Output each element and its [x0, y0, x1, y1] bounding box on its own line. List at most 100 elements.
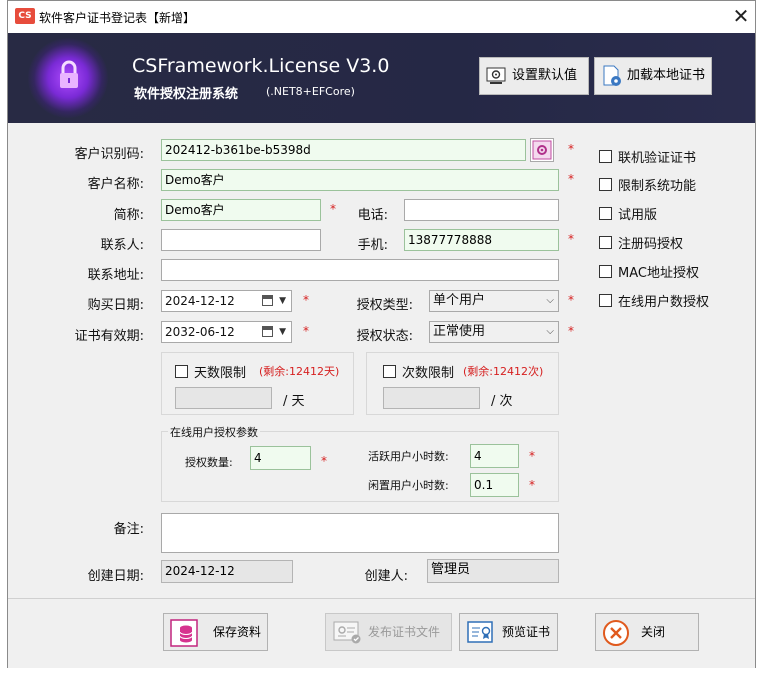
- checkbox-box: [599, 265, 612, 278]
- set-default-button[interactable]: 设置默认值: [479, 57, 589, 95]
- publish-cert-label: 发布证书文件: [368, 625, 441, 639]
- remark-textarea[interactable]: [161, 513, 559, 553]
- days-limit-group: 天数限制 (剩余:12412天) / 天: [161, 352, 354, 415]
- checkbox-box: [599, 236, 612, 249]
- required-mark: *: [568, 172, 574, 186]
- online-verify-checkbox[interactable]: 联机验证证书: [599, 147, 696, 166]
- mobile-input[interactable]: 13877778888: [404, 229, 559, 251]
- reg-code-label: 注册码授权: [618, 237, 684, 252]
- customer-name-input[interactable]: Demo客户: [161, 169, 559, 191]
- preview-certificate-icon: [467, 621, 493, 643]
- close-window-icon[interactable]: ✕: [728, 3, 754, 29]
- address-input[interactable]: [161, 259, 559, 281]
- days-unit: / 天: [283, 394, 305, 409]
- online-verify-label: 联机验证证书: [618, 151, 697, 166]
- customer-id-label: 客户识别码:: [74, 147, 144, 162]
- license-count-input[interactable]: 4: [250, 446, 311, 470]
- save-database-icon: [170, 619, 198, 647]
- required-mark: *: [568, 324, 574, 338]
- expire-date-picker[interactable]: 2032-06-12 ▼: [161, 321, 292, 343]
- created-date-label: 创建日期:: [87, 569, 144, 584]
- times-limit-label: 次数限制: [402, 366, 455, 381]
- license-status-label: 授权状态:: [356, 329, 413, 344]
- required-mark: *: [529, 478, 535, 492]
- online-user-group: 在线用户授权参数 授权数量: 4 * 活跃用户小时数: 4 * 闲置用户小时数:…: [161, 424, 559, 502]
- reg-code-checkbox[interactable]: 注册码授权: [599, 233, 683, 252]
- license-type-select[interactable]: 单个用户 ⌵: [429, 290, 559, 312]
- app-icon: CS: [15, 8, 35, 24]
- checkbox-box: [599, 294, 612, 307]
- active-hours-label: 活跃用户小时数:: [368, 450, 449, 463]
- trial-label: 试用版: [618, 208, 658, 223]
- short-name-label: 简称:: [113, 208, 144, 223]
- customer-id-input[interactable]: 202412-b361be-b5398d: [161, 139, 526, 161]
- license-type-value: 单个用户: [433, 293, 486, 308]
- checkbox-box: [599, 150, 612, 163]
- calendar-icon: [262, 326, 273, 337]
- close-circle-icon: [603, 620, 629, 646]
- certificate-icon: [333, 621, 361, 644]
- phone-input[interactable]: [404, 199, 559, 221]
- creator-label: 创建人:: [364, 569, 408, 584]
- mobile-label: 手机:: [357, 238, 388, 253]
- purchase-date-picker[interactable]: 2024-12-12 ▼: [161, 290, 292, 312]
- header-banner: CSFramework.License V3.0 软件授权注册系统 (.NET8…: [8, 33, 755, 123]
- limit-features-checkbox[interactable]: 限制系统功能: [599, 175, 696, 194]
- required-mark: *: [303, 293, 309, 307]
- times-limit-checkbox[interactable]: 次数限制: [383, 362, 454, 381]
- settings-doc-icon: [486, 67, 506, 84]
- times-limit-input[interactable]: [383, 387, 480, 409]
- chevron-down-icon: ⌵: [546, 295, 554, 306]
- license-type-label: 授权类型:: [356, 298, 413, 313]
- short-name-input[interactable]: Demo客户: [161, 199, 321, 221]
- banner-title: CSFramework.License V3.0: [132, 55, 390, 77]
- times-limit-group: 次数限制 (剩余:12412次) / 次: [366, 352, 559, 415]
- gear-icon: [532, 140, 552, 160]
- address-label: 联系地址:: [87, 268, 144, 283]
- banner-tech: (.NET8+EFCore): [266, 85, 355, 98]
- generate-id-button[interactable]: [530, 138, 554, 162]
- mac-checkbox[interactable]: MAC地址授权: [599, 262, 699, 281]
- required-mark: *: [568, 293, 574, 307]
- online-group-title: 在线用户授权参数: [168, 424, 260, 440]
- times-unit: / 次: [491, 394, 513, 409]
- days-remaining: (剩余:12412天): [259, 365, 340, 378]
- close-label: 关闭: [641, 625, 666, 639]
- publish-cert-button[interactable]: 发布证书文件: [325, 613, 452, 651]
- title-bar: CS 软件客户证书登记表【新增】 ✕: [8, 1, 755, 33]
- dropdown-arrow-icon: ▼: [279, 327, 286, 337]
- active-hours-input[interactable]: 4: [470, 444, 519, 468]
- save-button[interactable]: 保存资料: [163, 613, 268, 651]
- checkbox-box: [599, 207, 612, 220]
- required-mark: *: [568, 142, 574, 156]
- expire-date-value: 2032-06-12: [165, 325, 235, 339]
- limit-features-label: 限制系统功能: [618, 179, 697, 194]
- required-mark: *: [321, 454, 327, 468]
- trial-checkbox[interactable]: 试用版: [599, 204, 657, 223]
- days-limit-input[interactable]: [175, 387, 272, 409]
- times-remaining: (剩余:12412次): [463, 365, 544, 378]
- customer-name-label: 客户名称:: [87, 177, 144, 192]
- load-local-cert-button[interactable]: 加载本地证书: [594, 57, 712, 95]
- idle-hours-input[interactable]: 0.1: [470, 473, 519, 497]
- load-cert-icon: [603, 65, 621, 86]
- contact-input[interactable]: [161, 229, 321, 251]
- remark-label: 备注:: [113, 522, 144, 537]
- online-users-checkbox[interactable]: 在线用户数授权: [599, 291, 709, 310]
- close-button[interactable]: 关闭: [595, 613, 699, 651]
- mac-label: MAC地址授权: [618, 266, 699, 281]
- dropdown-arrow-icon: ▼: [279, 296, 286, 306]
- required-mark: *: [568, 232, 574, 246]
- days-limit-label: 天数限制: [194, 366, 247, 381]
- creator-input: 管理员: [427, 559, 559, 583]
- lock-icon: [60, 60, 78, 88]
- online-users-label: 在线用户数授权: [618, 295, 710, 310]
- footer-bar: 保存资料 发布证书文件 预览证书 关闭: [8, 598, 755, 668]
- banner-subtitle: 软件授权注册系统: [134, 87, 239, 102]
- preview-cert-button[interactable]: 预览证书: [459, 613, 558, 651]
- purchase-date-label: 购买日期:: [87, 298, 144, 313]
- days-limit-checkbox[interactable]: 天数限制: [175, 362, 246, 381]
- preview-cert-label: 预览证书: [502, 625, 551, 639]
- save-label: 保存资料: [213, 625, 262, 639]
- license-status-select[interactable]: 正常使用 ⌵: [429, 321, 559, 343]
